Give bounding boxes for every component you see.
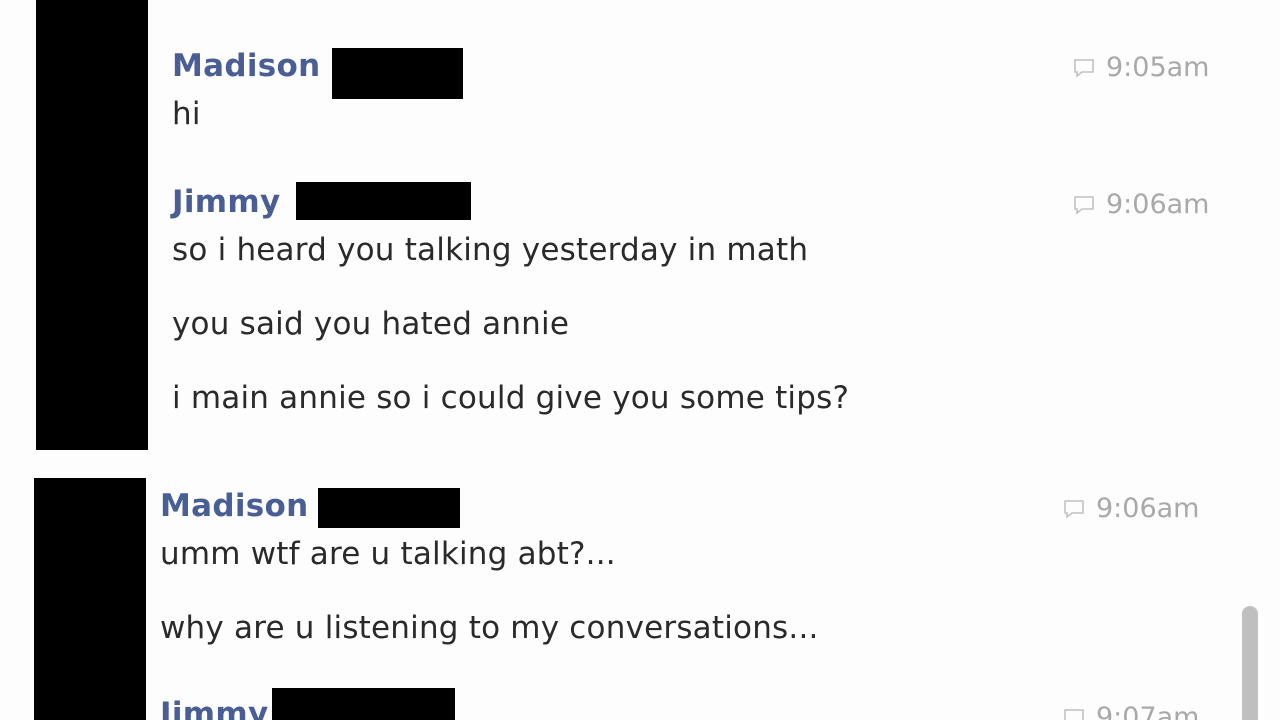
redacted-surname <box>318 488 460 528</box>
message-timestamp: 9:06am <box>1072 189 1209 220</box>
speech-bubble-icon <box>1074 195 1094 215</box>
redacted-surname <box>296 182 471 220</box>
avatar[interactable] <box>34 478 146 720</box>
message-text: so i heard you talking yesterday in math <box>172 232 809 268</box>
speech-bubble-icon <box>1074 58 1094 78</box>
message-text: you said you hated annie <box>172 306 570 342</box>
sender-name[interactable]: Jimmy <box>160 696 268 720</box>
timestamp-label: 9:05am <box>1106 52 1210 83</box>
speech-bubble-icon <box>1064 708 1084 720</box>
sender-name[interactable]: Madison <box>160 488 309 524</box>
message-timestamp: 9:07am <box>1062 702 1199 720</box>
speech-bubble-icon <box>1064 499 1084 519</box>
timestamp-label: 9:06am <box>1096 493 1200 524</box>
scrollbar-thumb[interactable] <box>1242 606 1258 720</box>
message-timestamp: 9:05am <box>1072 52 1209 83</box>
redacted-surname <box>332 48 463 99</box>
sender-name[interactable]: Jimmy <box>172 184 280 220</box>
message-text: why are u listening to my conversations.… <box>160 610 819 646</box>
timestamp-label: 9:07am <box>1096 702 1200 720</box>
avatar[interactable] <box>36 0 148 450</box>
message-timestamp: 9:06am <box>1062 493 1199 524</box>
message-text: umm wtf are u talking abt?... <box>160 536 616 572</box>
timestamp-label: 9:06am <box>1106 189 1210 220</box>
message-text: i main annie so i could give you some ti… <box>172 380 850 416</box>
message-text: hi <box>172 96 201 132</box>
sender-name[interactable]: Madison <box>172 48 321 84</box>
chat-conversation: Madison 9:05am hi Jimmy 9:06am so i hear… <box>0 0 1280 720</box>
redacted-surname <box>272 688 455 720</box>
